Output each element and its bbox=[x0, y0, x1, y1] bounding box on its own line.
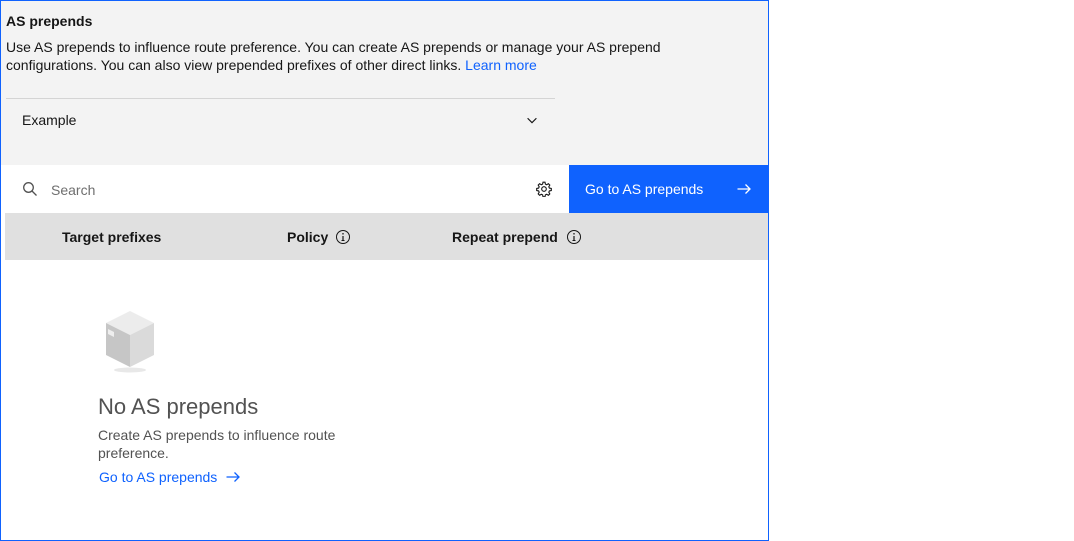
column-header-target-prefixes[interactable]: Target prefixes bbox=[62, 229, 161, 245]
empty-state-title: No AS prepends bbox=[98, 394, 259, 419]
button-label: Go to AS prepends bbox=[585, 181, 704, 197]
info-icon[interactable] bbox=[335, 229, 351, 245]
go-to-as-prepends-button[interactable]: Go to AS prepends bbox=[569, 165, 768, 213]
empty-state-link[interactable]: Go to AS prepends bbox=[99, 469, 241, 485]
table-header: Target prefixes Policy Repeat prepend bbox=[5, 213, 768, 260]
panel-header: AS prepends Use AS prepends to influence… bbox=[1, 1, 768, 165]
column-header-repeat-prepend[interactable]: Repeat prepend bbox=[452, 229, 558, 245]
search-input[interactable] bbox=[49, 175, 513, 205]
chevron-down-icon bbox=[527, 117, 537, 124]
panel-title: AS prepends bbox=[6, 13, 93, 29]
search-icon bbox=[23, 182, 37, 196]
empty-state-link-label: Go to AS prepends bbox=[99, 469, 218, 485]
table-toolbar: Go to AS prepends bbox=[5, 165, 768, 213]
search-bar bbox=[5, 165, 568, 213]
panel-description: Use AS prepends to influence route prefe… bbox=[6, 38, 706, 74]
as-prepends-panel: AS prepends Use AS prepends to influence… bbox=[0, 0, 769, 541]
learn-more-link[interactable]: Learn more bbox=[465, 57, 537, 73]
info-icon[interactable] bbox=[566, 229, 582, 245]
gear-icon[interactable] bbox=[536, 181, 552, 197]
dropdown-selected-value: Example bbox=[22, 112, 77, 128]
column-header-policy[interactable]: Policy bbox=[287, 229, 328, 245]
empty-state-description: Create AS prepends to influence route pr… bbox=[98, 427, 336, 461]
description-text: Use AS prepends to influence route prefe… bbox=[6, 39, 661, 73]
direct-link-dropdown[interactable]: Example bbox=[6, 99, 555, 141]
arrow-right-icon bbox=[737, 184, 751, 194]
arrow-right-icon bbox=[226, 472, 241, 482]
box-icon bbox=[106, 311, 154, 373]
